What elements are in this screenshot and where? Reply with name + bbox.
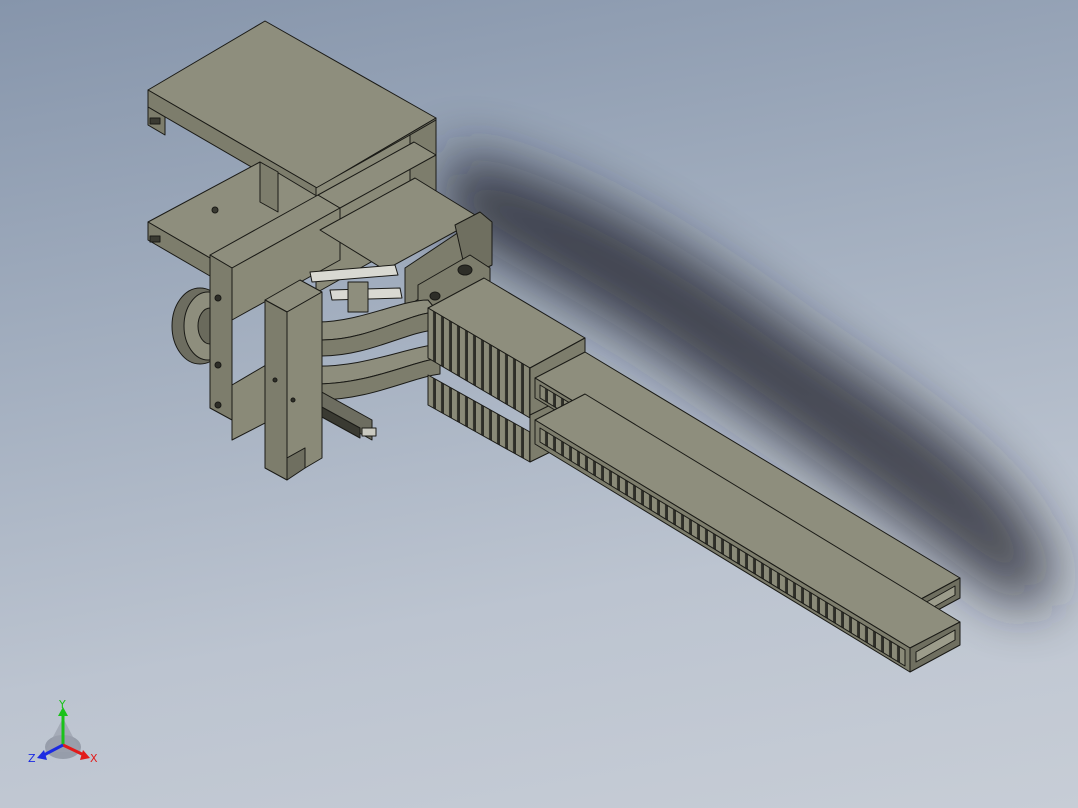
- coordinate-triad: Y X Z: [28, 698, 98, 765]
- y-axis-label: Y: [58, 698, 66, 711]
- z-axis-label: Z: [28, 752, 36, 765]
- model-view[interactable]: Y X Z: [0, 0, 1078, 808]
- graphics-viewport[interactable]: Y X Z: [0, 0, 1078, 808]
- x-axis-label: X: [90, 752, 98, 765]
- front-upright[interactable]: [264, 279, 323, 481]
